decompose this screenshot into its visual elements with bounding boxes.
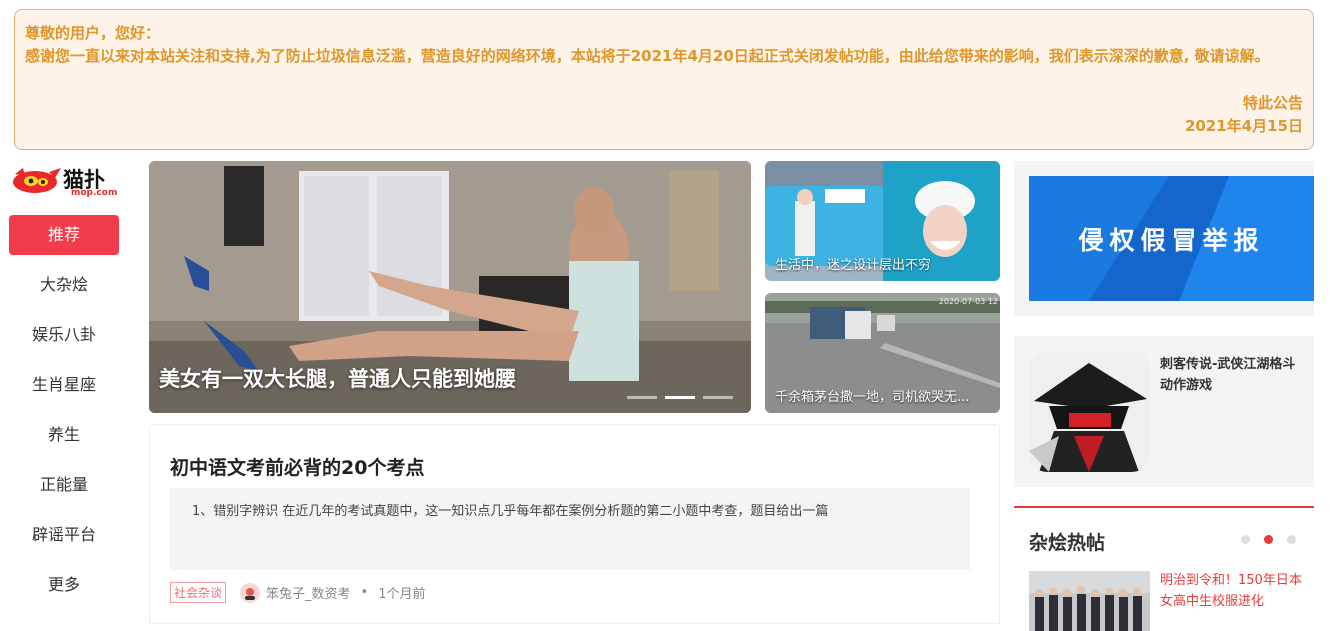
carousel-dot[interactable] [703,396,733,399]
report-banner[interactable]: 侵权假冒举报 [1029,176,1314,301]
notice-greeting: 尊敬的用户，您好： [25,24,161,42]
side-card-caption[interactable]: 千余箱茅台撒一地，司机欲哭无... [775,386,990,405]
notice-signature: 特此公告 [1242,94,1303,112]
nav-item-rumor[interactable]: 辟谣平台 [9,515,119,555]
hero-carousel[interactable]: 美女有一双大长腿，普通人只能到她腰 [149,161,751,413]
carousel-dot[interactable] [627,396,657,399]
article-title[interactable]: 初中语文考前必背的20个考点 [170,453,424,480]
carousel-indicator [627,396,733,399]
notice-body: 感谢您一直以来对本站关注和支持,为了防止垃圾信息泛滥，营造良好的网络环境，本站将… [25,47,1270,65]
pager-dot[interactable] [1287,535,1296,544]
nav-item-more[interactable]: 更多 [9,565,119,605]
article-tag[interactable]: 社会杂谈 [170,582,227,603]
game-title[interactable]: 刺客传说-武侠江湖格斗动作游戏 [1160,354,1300,396]
pager-dot[interactable] [1241,535,1250,544]
side-card-design[interactable]: 生活中，迷之设计层出不穷 [765,161,1000,281]
hot-posts-title: 杂烩热帖 [1029,532,1106,554]
game-ad[interactable]: 刺客传说-武侠江湖格斗动作游戏 [1014,336,1314,487]
nav-item-positive[interactable]: 正能量 [9,465,119,505]
site-logo[interactable]: 猫扑 mop.com [9,164,121,200]
hot-posts-pager [1241,535,1296,544]
nav-item-health[interactable]: 养生 [9,415,119,455]
nav-item-zodiac[interactable]: 生肖星座 [9,365,119,405]
pager-dot-active[interactable] [1264,535,1273,544]
hot-post-photo [1029,571,1150,631]
article-time: 1个月前 [378,587,426,602]
author-name[interactable]: 笨兔子_数资考 [266,583,351,602]
side-card-moutai[interactable]: 2020-07-03 12 千余箱茅台撒一地，司机欲哭无... [765,293,1000,413]
report-label[interactable]: 侵权假冒举报 [1078,221,1264,257]
hot-post-title[interactable]: 明治到令和！150年日本女高中生校服进化 [1160,570,1305,612]
side-nav: 推荐 大杂烩 娱乐八卦 生肖星座 养生 正能量 辟谣平台 更多 [9,215,119,615]
nav-item-recommend[interactable]: 推荐 [9,215,119,255]
nav-item-entertainment[interactable]: 娱乐八卦 [9,315,119,355]
hot-post-image[interactable] [1029,571,1150,631]
hot-posts: 杂烩热帖 明治到令和！150年日本女高中生校服进化 [1014,506,1314,631]
avatar-icon [240,582,261,603]
site-notice: 尊敬的用户，您好： 感谢您一直以来对本站关注和支持,为了防止垃圾信息泛滥，营造良… [14,9,1314,150]
carousel-dot-active[interactable] [665,396,695,399]
assassin-icon [1029,351,1150,472]
meta-separator: • [360,585,369,600]
nav-item-mix[interactable]: 大杂烩 [9,265,119,305]
side-card-caption[interactable]: 生活中，迷之设计层出不穷 [775,254,990,273]
article-meta: 社会杂谈 笨兔子_数资考 • 1个月前 [170,582,425,603]
hero-title[interactable]: 美女有一双大长腿，普通人只能到她腰 [159,363,516,393]
author-avatar[interactable] [240,582,261,603]
article-excerpt[interactable]: 1、错别字辨识 在近几年的考试真题中，这一知识点几乎每年都在案例分析题的第二小题… [170,488,970,570]
side-card-timestamp: 2020-07-03 12 [938,297,998,306]
article-card[interactable]: 初中语文考前必背的20个考点 1、错别字辨识 在近几年的考试真题中，这一知识点几… [149,424,1000,624]
report-banner-box: 侵权假冒举报 [1014,161,1314,316]
logo-domain: mop.com [71,188,118,198]
game-image[interactable] [1029,351,1150,472]
notice-date: 2021年4月15日 [1184,117,1303,135]
